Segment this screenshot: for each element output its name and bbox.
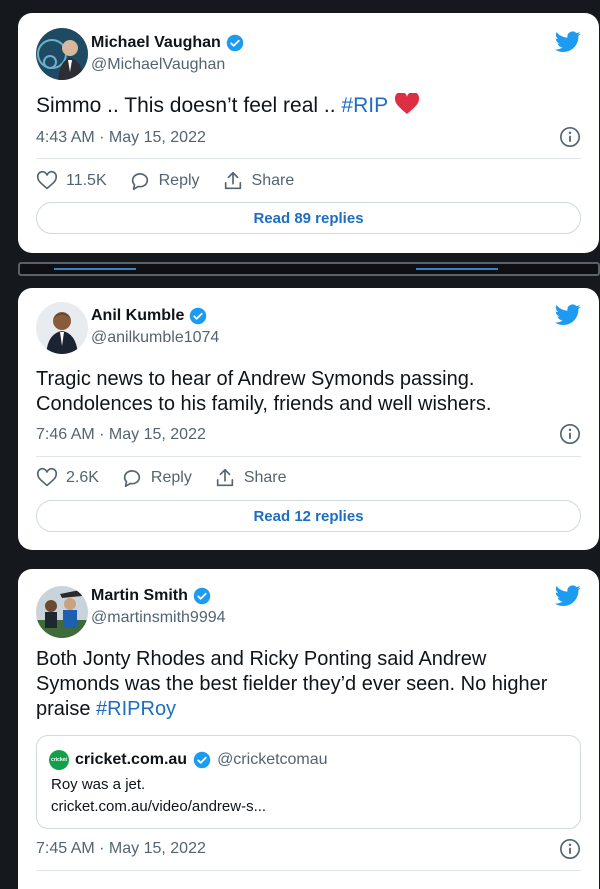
tweet-timestamp[interactable]: 7:46 AM · May 15, 2022	[36, 426, 206, 444]
tweet-card-martin-smith[interactable]: Martin Smith @martinsmith9994 Both Jonty…	[18, 569, 599, 889]
avatar[interactable]	[36, 302, 88, 354]
share-icon	[224, 171, 241, 190]
hashtag-link[interactable]: #RIP	[341, 94, 387, 117]
reply-button[interactable]: Reply	[121, 467, 192, 489]
info-icon[interactable]	[559, 838, 581, 860]
tweet-timestamp[interactable]: 7:45 AM · May 15, 2022	[36, 840, 206, 858]
tweet-text: Simmo .. This doesn’t feel real .. #RIP	[36, 91, 581, 118]
tweet-text-line: Symonds was the best fielder they’d ever…	[36, 673, 548, 695]
tweet-text-line: Condolences to his family, friends and w…	[36, 393, 492, 415]
verified-icon	[193, 587, 211, 605]
quoted-tweet[interactable]: cricket cricket.com.au @cricketcomau Roy…	[36, 735, 581, 829]
quote-logo-text: cricket	[50, 757, 68, 763]
verified-icon	[226, 34, 244, 52]
divider	[36, 456, 581, 457]
author-name[interactable]: Michael Vaughan	[91, 34, 221, 52]
tweet-text: Tragic news to hear of Andrew Symonds pa…	[36, 367, 581, 417]
info-icon[interactable]	[559, 423, 581, 445]
tweet-text-body: praise	[36, 698, 97, 720]
reply-button[interactable]: Reply	[129, 170, 200, 192]
tweet-text: Both Jonty Rhodes and Ricky Ponting said…	[36, 647, 581, 722]
tweet-card-michael-vaughan[interactable]: Michael Vaughan @MichaelVaughan Simmo ..…	[18, 13, 599, 253]
tweet-text-body: Simmo .. This doesn’t feel real ..	[36, 94, 342, 117]
tweet-text-line: Tragic news to hear of Andrew Symonds pa…	[36, 368, 475, 390]
divider	[36, 870, 581, 871]
twitter-bird-icon[interactable]	[555, 304, 581, 326]
quote-link[interactable]: cricket.com.au/video/andrew-s...	[51, 798, 266, 815]
author-handle[interactable]: @martinsmith9994	[91, 609, 226, 627]
verified-icon	[190, 307, 207, 325]
info-icon[interactable]	[559, 126, 581, 148]
share-icon	[216, 468, 233, 487]
quote-author-handle[interactable]: @cricketcomau	[217, 751, 328, 769]
share-label: Share	[251, 172, 295, 189]
share-label: Share	[243, 469, 287, 486]
heart-outline-icon	[36, 467, 58, 487]
twitter-bird-icon[interactable]	[555, 585, 581, 607]
avatar[interactable]	[36, 586, 88, 638]
heart-outline-icon	[36, 170, 58, 190]
tweet-text-line: Both Jonty Rhodes and Ricky Ponting said…	[36, 648, 487, 670]
share-button[interactable]: Share	[222, 170, 295, 192]
reply-bubble-icon	[131, 173, 148, 191]
tweet-timestamp[interactable]: 4:43 AM · May 15, 2022	[36, 129, 206, 147]
author-name[interactable]: Anil Kumble	[91, 307, 184, 325]
hashtag-link[interactable]: #RIPRoy	[96, 698, 176, 720]
horizontal-scrollbar[interactable]	[18, 262, 600, 276]
verified-icon	[193, 751, 211, 769]
read-replies-button[interactable]: Read 89 replies	[36, 202, 581, 234]
divider	[36, 158, 581, 159]
quote-text: Roy was a jet.	[51, 776, 146, 793]
avatar[interactable]	[36, 28, 88, 80]
twitter-bird-icon[interactable]	[555, 31, 581, 53]
read-replies-button[interactable]: Read 12 replies	[36, 500, 581, 532]
author-handle[interactable]: @MichaelVaughan	[91, 56, 225, 74]
scroll-thumb-left[interactable]	[54, 268, 136, 270]
author-name[interactable]: Martin Smith	[91, 587, 188, 605]
tweet-text-line: praise #RIPRoy	[36, 697, 581, 722]
scroll-thumb-right[interactable]	[416, 268, 498, 270]
tweet-actions: 2.6K Reply Share	[36, 467, 287, 489]
reply-bubble-icon	[123, 470, 141, 488]
like-button[interactable]: 2.6K	[36, 467, 99, 489]
tweet-actions: 11.5K Reply Share	[36, 170, 294, 192]
share-button[interactable]: Share	[214, 467, 287, 489]
reply-label: Reply	[150, 469, 192, 486]
quote-avatar[interactable]: cricket	[49, 750, 69, 770]
tweet-card-anil-kumble[interactable]: Anil Kumble @anilkumble1074 Tragic news …	[18, 288, 599, 550]
like-count: 2.6K	[66, 469, 99, 486]
like-button[interactable]: 11.5K	[36, 170, 107, 192]
like-count: 11.5K	[66, 172, 107, 189]
author-handle[interactable]: @anilkumble1074	[91, 329, 219, 347]
quote-author-name[interactable]: cricket.com.au	[75, 751, 187, 769]
heart-emoji-icon	[394, 91, 419, 114]
reply-label: Reply	[158, 172, 200, 189]
